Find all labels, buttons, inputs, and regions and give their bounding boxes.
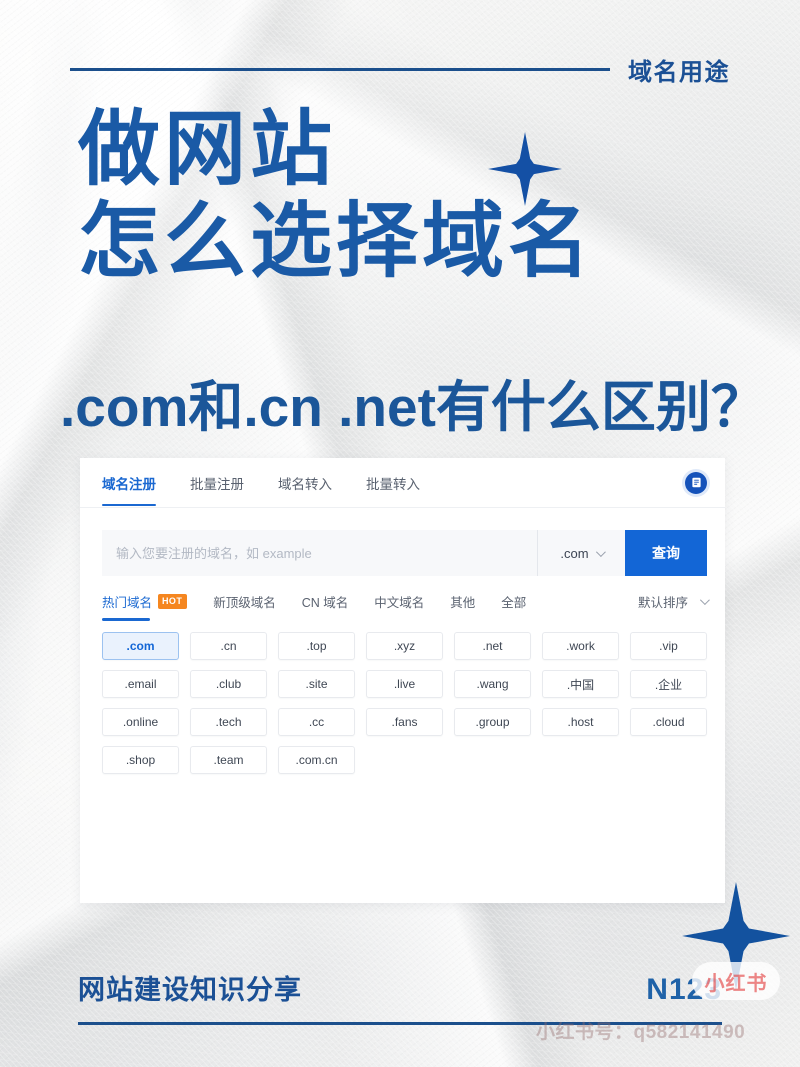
tab-label: 域名转入 [278,477,332,492]
page-title: 做网站 怎么选择域名 [78,104,738,288]
tld-chip[interactable]: .cloud [630,708,707,736]
tld-suffix-select[interactable]: .com [537,530,625,576]
tld-chip[interactable]: .live [366,670,443,698]
filter-label: 热门域名 [102,595,153,610]
panel-tabbar: 域名注册 批量注册 域名转入 批量转入 [80,458,725,508]
hot-badge: HOT [158,593,188,609]
tld-chip[interactable]: .企业 [630,670,707,698]
domain-search-bar: .com 查询 [102,530,707,576]
filter-label: 中文域名 [374,595,425,610]
filter-new-gtld[interactable]: 新顶级域名 [213,592,276,621]
tld-chip[interactable]: .fans [366,708,443,736]
header-divider [70,68,610,71]
tab-label: 批量注册 [190,477,244,492]
search-input[interactable] [102,530,537,576]
chevron-down-icon [595,546,606,557]
tld-chip[interactable]: .com [102,632,179,660]
tld-chip[interactable]: .tech [190,708,267,736]
tld-chip[interactable]: .online [102,708,179,736]
tab-domain-transfer-in[interactable]: 域名转入 [278,459,332,506]
tld-chip[interactable]: .email [102,670,179,698]
filter-label: CN 域名 [301,595,349,610]
tld-chip[interactable]: .host [542,708,619,736]
filter-chinese-domains[interactable]: 中文域名 [374,592,424,621]
tab-label: 批量转入 [366,477,420,492]
tld-suffix-value: .com [560,545,589,561]
tab-domain-register[interactable]: 域名注册 [102,459,156,506]
headline-line-2: 怎么选择域名 [78,195,595,287]
domain-search-panel: 域名注册 批量注册 域名转入 批量转入 输入您要注册的域名，如 example … [80,458,725,903]
tld-chip[interactable]: .work [542,632,619,660]
sort-dropdown[interactable]: 默认排序 [637,592,710,621]
tld-chip[interactable]: .com.cn [278,746,355,774]
filter-hot-domains[interactable]: 热门域名 HOT [102,592,188,621]
tld-chip[interactable]: .cc [278,708,355,736]
filter-other[interactable]: 其他 [450,592,475,621]
tld-chip[interactable]: .中国 [542,670,619,698]
tab-bulk-transfer-in[interactable]: 批量转入 [366,459,420,506]
tld-chip-grid: .com .cn .top .xyz .net .work .vip .emai… [102,632,707,774]
tld-chip[interactable]: .site [278,670,355,698]
search-button[interactable]: 查询 [625,530,707,576]
sort-label: 默认排序 [637,595,688,610]
kicker-label: 域名用途 [628,59,730,86]
header-rule-row: 域名用途 [70,52,730,87]
document-list-icon[interactable] [685,471,707,494]
footer: 网站建设知识分享 N123 [78,968,722,1007]
tab-label: 域名注册 [102,477,156,492]
tld-chip[interactable]: .vip [630,632,707,660]
tld-chip[interactable]: .club [190,670,267,698]
tld-chip[interactable]: .wang [454,670,531,698]
footer-tagline: 网站建设知识分享 [78,975,302,1005]
filter-cn-domains[interactable]: CN 域名 [302,592,349,621]
filter-all[interactable]: 全部 [501,592,526,621]
chevron-down-icon [699,594,710,605]
filter-label: 全部 [501,595,527,610]
filter-label: 其他 [450,595,476,610]
tld-chip[interactable]: .group [454,708,531,736]
tld-chip[interactable]: .shop [102,746,179,774]
tld-chip[interactable]: .cn [190,632,267,660]
tab-bulk-register[interactable]: 批量注册 [190,459,244,506]
xiaohongshu-id-watermark: 小红书号：q582141490 [536,1022,746,1043]
poster-canvas: 域名用途 做网站 怎么选择域名 .com和.cn .net有什么区别？ 域名注册… [0,0,800,1067]
tld-chip[interactable]: .top [278,632,355,660]
tld-chip[interactable]: .net [454,632,531,660]
xiaohongshu-logo-watermark: 小红书 [692,962,780,1000]
filter-label: 新顶级域名 [213,595,276,610]
tld-chip[interactable]: .xyz [366,632,443,660]
tld-chip[interactable]: .team [190,746,267,774]
subtitle: .com和.cn .net有什么区别？ [60,376,766,438]
headline-line-1: 做网站 [78,104,337,195]
category-filter-row: 热门域名 HOT 新顶级域名 CN 域名 中文域名 其他 全部 默认排序 [102,590,710,622]
